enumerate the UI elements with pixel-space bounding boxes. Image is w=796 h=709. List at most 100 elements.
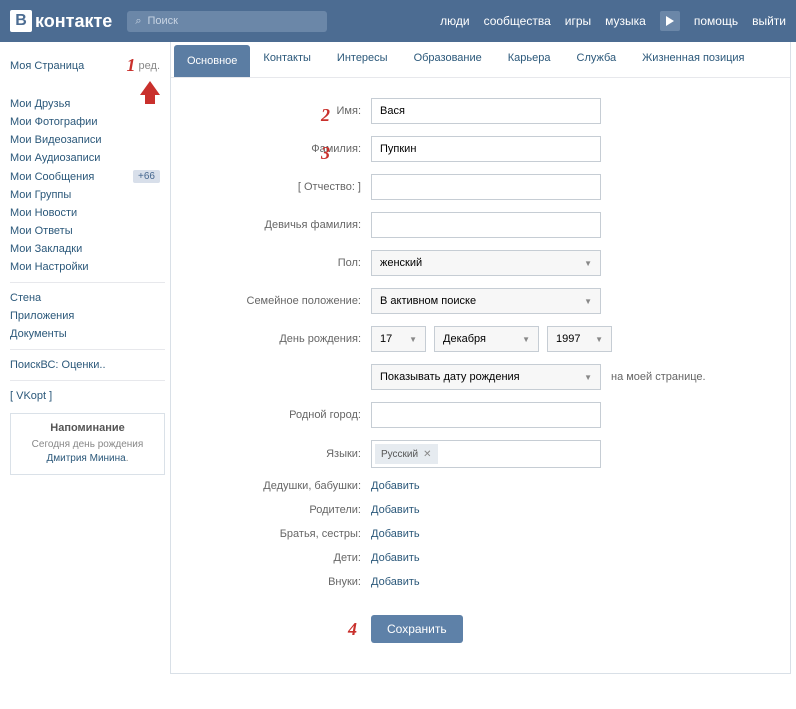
sidebar-link[interactable]: Мои Сообщения (10, 171, 94, 183)
play-icon[interactable] (660, 11, 680, 31)
search-box[interactable]: ⌕ (127, 11, 327, 32)
sidebar-link[interactable]: ПоискВС: Оценки.. (10, 359, 106, 371)
select-value: женский (380, 257, 422, 269)
reminder-title: Напоминание (19, 422, 156, 434)
logo-icon: В (10, 10, 32, 32)
nav-games[interactable]: игры (565, 14, 591, 28)
select-month[interactable]: Декабря ▼ (434, 326, 539, 352)
label-hometown: Родной город: (191, 409, 371, 421)
nav-logout[interactable]: выйти (752, 14, 786, 28)
input-surname[interactable] (371, 136, 601, 162)
select-day[interactable]: 17 ▼ (371, 326, 426, 352)
select-value: Декабря (443, 333, 486, 345)
sidebar-item-audio[interactable]: Мои Аудиозаписи (10, 149, 165, 167)
select-year[interactable]: 1997▼ (547, 326, 612, 352)
tab-contacts[interactable]: Контакты (250, 42, 324, 77)
sidebar-item-docs[interactable]: Документы (10, 325, 165, 343)
nav-help[interactable]: помощь (694, 14, 738, 28)
sidebar-item-searchvs[interactable]: ПоискВС: Оценки.. (10, 356, 165, 374)
annotation-3: 3 (321, 143, 330, 164)
add-parents[interactable]: Добавить (371, 504, 420, 516)
sidebar-link[interactable]: Мои Закладки (10, 243, 82, 255)
sidebar-item-photos[interactable]: Мои Фотографии (10, 113, 165, 131)
input-languages[interactable]: Русский ✕ (371, 440, 601, 468)
nav-music[interactable]: музыка (605, 14, 646, 28)
sidebar-link[interactable]: Документы (10, 328, 67, 340)
caret-down-icon: ▼ (409, 335, 417, 344)
label-parents: Родители: (191, 504, 371, 516)
search-input[interactable] (147, 15, 319, 27)
sidebar-link[interactable]: Мои Фотографии (10, 116, 97, 128)
reminder-suffix: . (126, 453, 129, 464)
label-birthday: День рождения: (191, 333, 371, 345)
sidebar-item-apps[interactable]: Приложения (10, 307, 165, 325)
add-siblings[interactable]: Добавить (371, 528, 420, 540)
tab-career[interactable]: Карьера (495, 42, 564, 77)
divider (10, 349, 165, 350)
edit-form: 2Имя: 3Фамилия: [ Отчество: ] Девичья фа… (171, 78, 790, 673)
tab-interests[interactable]: Интересы (324, 42, 401, 77)
tab-basic[interactable]: Основное (174, 45, 250, 77)
top-nav: люди сообщества игры музыка помощь выйти (440, 11, 786, 31)
tab-position[interactable]: Жизненная позиция (629, 42, 757, 77)
label-surname: 3Фамилия: (191, 143, 371, 155)
sidebar-item-groups[interactable]: Мои Группы (10, 186, 165, 204)
sidebar-item-news[interactable]: Мои Новости (10, 204, 165, 222)
select-marital[interactable]: В активном поиске▼ (371, 288, 601, 314)
nav-communities[interactable]: сообщества (484, 14, 551, 28)
select-value: 1997 (556, 333, 580, 345)
sidebar-link[interactable]: Мои Группы (10, 189, 71, 201)
sidebar-link[interactable]: [ VKopt ] (10, 390, 52, 402)
sidebar-link[interactable]: Моя Страница (10, 60, 84, 72)
add-grandchildren[interactable]: Добавить (371, 576, 420, 588)
tab-military[interactable]: Служба (564, 42, 630, 77)
input-maiden[interactable] (371, 212, 601, 238)
annotation-2: 2 (321, 105, 330, 126)
sidebar-link[interactable]: Мои Друзья (10, 98, 70, 110)
sidebar-link[interactable]: Мои Ответы (10, 225, 73, 237)
reminder-prefix: Сегодня (32, 439, 73, 450)
visibility-hint: на моей странице. (611, 371, 706, 383)
sidebar-item-friends[interactable]: Мои Друзья (10, 95, 165, 113)
save-button[interactable]: Сохранить (371, 615, 463, 643)
sidebar-link[interactable]: Стена (10, 292, 41, 304)
tag-remove-icon[interactable]: ✕ (423, 449, 431, 460)
nav-people[interactable]: люди (440, 14, 469, 28)
sidebar-link[interactable]: Мои Новости (10, 207, 77, 219)
select-value: 17 (380, 333, 392, 345)
select-date-visibility[interactable]: Показывать дату рождения▼ (371, 364, 601, 390)
sidebar-link[interactable]: Мои Видеозаписи (10, 134, 102, 146)
logo-text: контакте (35, 11, 112, 32)
select-value: Показывать дату рождения (380, 371, 520, 383)
edit-link[interactable]: ред. (139, 60, 160, 72)
sidebar-item-videos[interactable]: Мои Видеозаписи (10, 131, 165, 149)
add-children[interactable]: Добавить (371, 552, 420, 564)
sidebar-item-wall[interactable]: Стена (10, 289, 165, 307)
tabs: Основное Контакты Интересы Образование К… (171, 42, 790, 78)
sidebar-item-settings[interactable]: Мои Настройки (10, 258, 165, 276)
logo[interactable]: В контакте (10, 10, 112, 32)
tag-text: Русский (381, 449, 418, 460)
divider (10, 380, 165, 381)
sidebar-item-mypage[interactable]: Моя Страница 1 ред. (10, 52, 165, 79)
tab-education[interactable]: Образование (401, 42, 495, 77)
reminder-person-link[interactable]: Дмитрия Минина (46, 453, 125, 464)
input-name[interactable] (371, 98, 601, 124)
input-hometown[interactable] (371, 402, 601, 428)
caret-down-icon: ▼ (584, 259, 592, 268)
add-grandparents[interactable]: Добавить (371, 480, 420, 492)
sidebar-link[interactable]: Мои Настройки (10, 261, 89, 273)
label-maiden: Девичья фамилия: (191, 219, 371, 231)
label-patronymic[interactable]: [ Отчество: ] (191, 181, 371, 193)
sidebar-item-messages[interactable]: Мои Сообщения+66 (10, 167, 165, 186)
caret-down-icon: ▼ (522, 335, 530, 344)
select-sex[interactable]: женский ▼ (371, 250, 601, 276)
sidebar-item-bookmarks[interactable]: Мои Закладки (10, 240, 165, 258)
caret-down-icon: ▼ (584, 297, 592, 306)
input-patronymic[interactable] (371, 174, 601, 200)
language-tag: Русский ✕ (375, 444, 438, 464)
sidebar-item-vkopt[interactable]: [ VKopt ] (10, 387, 165, 405)
sidebar-link[interactable]: Мои Аудиозаписи (10, 152, 100, 164)
sidebar-item-answers[interactable]: Мои Ответы (10, 222, 165, 240)
sidebar-link[interactable]: Приложения (10, 310, 74, 322)
